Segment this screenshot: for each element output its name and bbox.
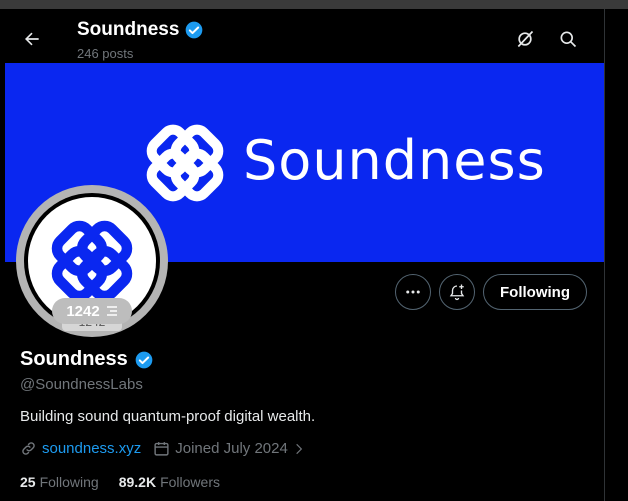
soundness-avatar-logo-icon bbox=[51, 220, 133, 302]
window-top-strip bbox=[0, 0, 628, 9]
following-count: 25 bbox=[20, 474, 36, 490]
website-link[interactable]: soundness.xyz bbox=[42, 440, 141, 457]
profile-name: Soundness bbox=[20, 348, 128, 370]
notify-button[interactable] bbox=[439, 274, 475, 310]
header-name: Soundness bbox=[77, 19, 180, 40]
followers-stat[interactable]: 89.2K Followers bbox=[119, 474, 220, 490]
score-icon bbox=[106, 306, 117, 316]
right-gutter bbox=[604, 9, 628, 501]
profile-name-row: Soundness bbox=[20, 348, 154, 371]
search-icon bbox=[560, 31, 577, 48]
link-icon bbox=[22, 442, 35, 455]
calendar-icon bbox=[154, 442, 169, 456]
soundness-logo-icon bbox=[146, 124, 224, 202]
search-button[interactable] bbox=[552, 23, 584, 55]
banner-wordmark: Soundness bbox=[243, 129, 546, 192]
header-post-count: 246 posts bbox=[77, 46, 134, 61]
header-title: Soundness bbox=[77, 19, 204, 41]
followers-count: 89.2K bbox=[118, 474, 157, 490]
profile-column: Soundness 246 posts Soundness 1242 Follo… bbox=[0, 9, 604, 501]
following-stat[interactable]: 25 Following bbox=[20, 474, 99, 490]
score-value: 1242 bbox=[66, 302, 100, 320]
following-button[interactable]: Following bbox=[483, 274, 587, 310]
grok-icon bbox=[517, 30, 534, 48]
back-button[interactable] bbox=[14, 21, 50, 57]
arrow-left-icon bbox=[25, 32, 39, 46]
joined-date: Joined July 2024 bbox=[175, 440, 288, 457]
bell-plus-icon bbox=[449, 284, 465, 301]
profile-stats: 25 Following 89.2K Followers bbox=[20, 474, 220, 490]
grok-button[interactable] bbox=[509, 23, 541, 55]
following-label: Following bbox=[39, 474, 99, 490]
chevron-right-icon[interactable] bbox=[292, 442, 306, 456]
verified-badge-icon bbox=[135, 351, 153, 368]
profile-header-bar: Soundness 246 posts bbox=[0, 9, 604, 63]
profile-meta: soundness.xyz Joined July 2024 bbox=[20, 440, 306, 457]
score-badge[interactable]: 1242 bbox=[52, 298, 132, 324]
more-dots-icon bbox=[406, 290, 420, 294]
profile-handle: @SoundnessLabs bbox=[20, 376, 143, 393]
verified-badge-icon bbox=[186, 21, 203, 39]
profile-bio: Building sound quantum-proof digital wea… bbox=[20, 408, 316, 425]
followers-label: Followers bbox=[160, 474, 220, 490]
more-button[interactable] bbox=[395, 274, 431, 310]
